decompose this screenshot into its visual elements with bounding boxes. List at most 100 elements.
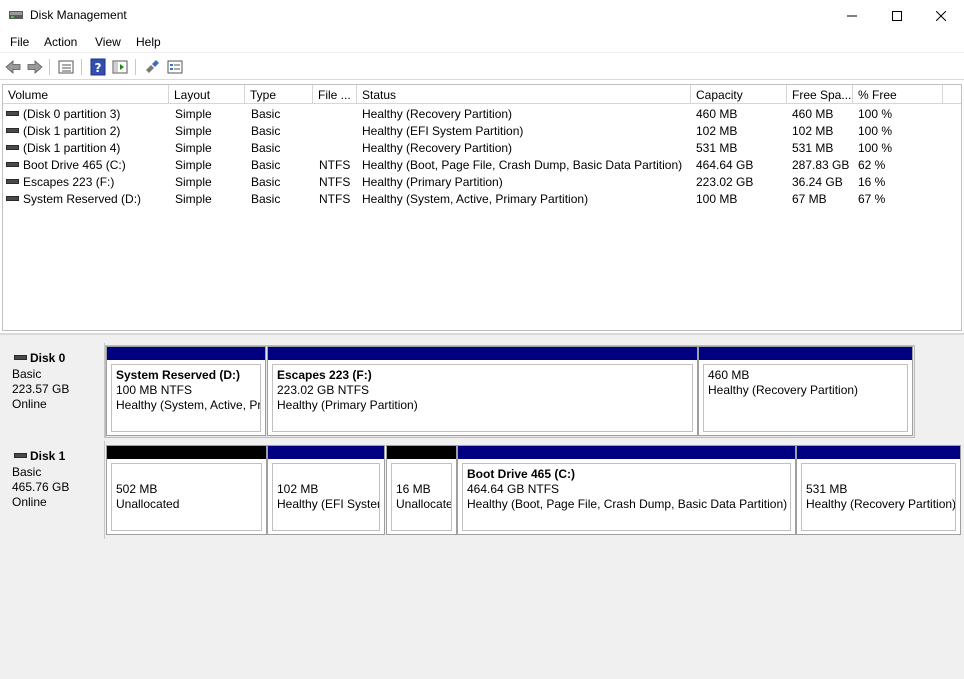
cell-type: Basic (251, 124, 281, 138)
cell-layout: Simple (175, 175, 212, 189)
cell-status: Healthy (EFI System Partition) (362, 124, 524, 138)
cell-volume: (Disk 1 partition 2) (23, 124, 121, 138)
partition-size: 16 MB (396, 482, 431, 496)
partition-title: System Reserved (D:) (116, 368, 241, 382)
partition-escapes[interactable]: Escapes 223 (F:) 223.02 GB NTFS Healthy … (267, 346, 698, 436)
disk-0-name-text: Disk 0 (30, 351, 66, 365)
partition-status: Healthy (EFI System (277, 497, 380, 511)
cell-type: Basic (251, 192, 281, 206)
col-type[interactable]: Type (245, 85, 313, 104)
col-status[interactable]: Status (357, 85, 691, 104)
partition-status: Healthy (System, Active, Pri (116, 398, 261, 412)
cell-type: Basic (251, 158, 281, 172)
cell-volume: System Reserved (D:) (23, 192, 142, 206)
forward-arrow-icon[interactable] (26, 58, 44, 76)
cell-pct: 62 % (858, 158, 886, 172)
disk-0-size: 223.57 GB (12, 382, 70, 396)
partition-boot-drive[interactable]: Boot Drive 465 (C:) 464.64 GB NTFS Healt… (457, 445, 796, 535)
connect-icon[interactable] (143, 58, 161, 76)
menu-action[interactable]: Action (44, 35, 77, 49)
menu-file[interactable]: File (10, 35, 29, 49)
cell-capacity: 100 MB (696, 192, 738, 206)
col-filesystem[interactable]: File ... (313, 85, 357, 104)
partition-bar (107, 446, 266, 459)
cell-layout: Simple (175, 141, 212, 155)
properties-list-icon[interactable] (57, 58, 75, 76)
title-bar: Disk Management (0, 0, 964, 31)
partition-title: Boot Drive 465 (C:) (467, 467, 576, 481)
partition-disk0-recovery[interactable]: 460 MB Healthy (Recovery Partition) (698, 346, 913, 436)
cell-status: Healthy (Boot, Page File, Crash Dump, Ba… (362, 158, 683, 172)
partition-status: Healthy (Recovery Partition) (806, 497, 956, 511)
menu-bar: File Action View Help (0, 31, 964, 53)
table-row[interactable]: (Disk 1 partition 4) Simple Basic Healthy (… (3, 139, 961, 156)
cell-volume: Escapes 223 (F:) (23, 175, 115, 189)
table-row[interactable]: Boot Drive 465 (C:) Simple Basic NTFS Health… (3, 156, 961, 173)
menu-view[interactable]: View (95, 35, 121, 49)
cell-free: 287.83 GB (792, 158, 850, 172)
cell-volume: (Disk 0 partition 3) (23, 107, 121, 121)
cell-status: Healthy (Primary Partition) (362, 175, 503, 189)
volume-icon (6, 179, 19, 184)
partition-size: 464.64 GB NTFS (467, 482, 560, 496)
toolbar-separator (81, 59, 82, 75)
partition-unallocated-16[interactable]: 16 MB Unallocate (386, 445, 457, 535)
partition-size: 460 MB (708, 368, 750, 382)
partition-unallocated-502[interactable]: 502 MB Unallocated (106, 445, 267, 535)
col-percent-free[interactable]: % Free (853, 85, 943, 104)
partition-bar (797, 446, 960, 459)
col-free-space[interactable]: Free Spa... (787, 85, 853, 104)
settings-panel-icon[interactable] (166, 58, 184, 76)
partition-size: 531 MB (806, 482, 848, 496)
disk-0-label[interactable]: Disk 0 Basic 223.57 GB Online (2, 343, 105, 438)
cell-pct: 67 % (858, 192, 886, 206)
cell-free: 67 MB (792, 192, 827, 206)
col-layout[interactable]: Layout (169, 85, 245, 104)
minimize-button[interactable] (829, 0, 875, 31)
table-row[interactable]: (Disk 1 partition 2) Simple Basic Healthy (… (3, 122, 961, 139)
col-volume[interactable]: Volume (3, 85, 169, 104)
partition-bar (387, 446, 456, 459)
partition-size: 100 MB NTFS (116, 383, 193, 397)
col-capacity[interactable]: Capacity (691, 85, 787, 104)
cell-status: Healthy (System, Active, Primary Partiti… (362, 192, 589, 206)
console-tree-icon[interactable] (111, 58, 129, 76)
volume-list: Volume Layout Type File ... Status Capac… (2, 84, 962, 331)
cell-pct: 100 % (858, 124, 893, 138)
partition-efi[interactable]: 102 MB Healthy (EFI System (267, 445, 385, 535)
table-row[interactable]: Escapes 223 (F:) Simple Basic NTFS Healthy (… (3, 173, 961, 190)
cell-fs: NTFS (319, 158, 351, 172)
table-row[interactable]: (Disk 0 partition 3) Simple Basic Healthy (… (3, 105, 961, 122)
help-icon[interactable]: ? (89, 58, 107, 76)
disk-graphical-view: Disk 0 Basic 223.57 GB Online System Res… (0, 333, 964, 679)
partition-status: Healthy (Primary Partition) (277, 398, 418, 412)
cell-pct: 100 % (858, 107, 893, 121)
cell-layout: Simple (175, 158, 212, 172)
partition-disk1-recovery[interactable]: 531 MB Healthy (Recovery Partition) (796, 445, 961, 535)
svg-text:?: ? (95, 61, 102, 75)
disk-1-label[interactable]: Disk 1 Basic 465.76 GB Online (2, 441, 105, 539)
partition-bar (268, 347, 697, 360)
back-arrow-icon[interactable] (4, 58, 22, 76)
volume-icon (6, 196, 19, 201)
table-row[interactable]: System Reserved (D:) Simple Basic NTFS Healt… (3, 190, 961, 207)
maximize-button[interactable] (874, 0, 920, 31)
volume-icon (6, 162, 19, 167)
cell-capacity: 102 MB (696, 124, 738, 138)
volume-icon (6, 145, 19, 150)
close-button[interactable] (918, 0, 964, 31)
menu-help[interactable]: Help (136, 35, 161, 49)
partition-system-reserved[interactable]: System Reserved (D:) 100 MB NTFS Healthy… (106, 346, 266, 436)
volume-icon (6, 128, 19, 133)
partition-bar (268, 446, 384, 459)
cell-capacity: 460 MB (696, 107, 738, 121)
partition-size: 502 MB (116, 482, 158, 496)
cell-layout: Simple (175, 192, 212, 206)
cell-layout: Simple (175, 107, 212, 121)
cell-volume: Boot Drive 465 (C:) (23, 158, 126, 172)
partition-size: 223.02 GB NTFS (277, 383, 370, 397)
cell-layout: Simple (175, 124, 212, 138)
disk-0-state: Online (12, 397, 47, 411)
cell-free: 460 MB (792, 107, 834, 121)
cell-free: 102 MB (792, 124, 834, 138)
